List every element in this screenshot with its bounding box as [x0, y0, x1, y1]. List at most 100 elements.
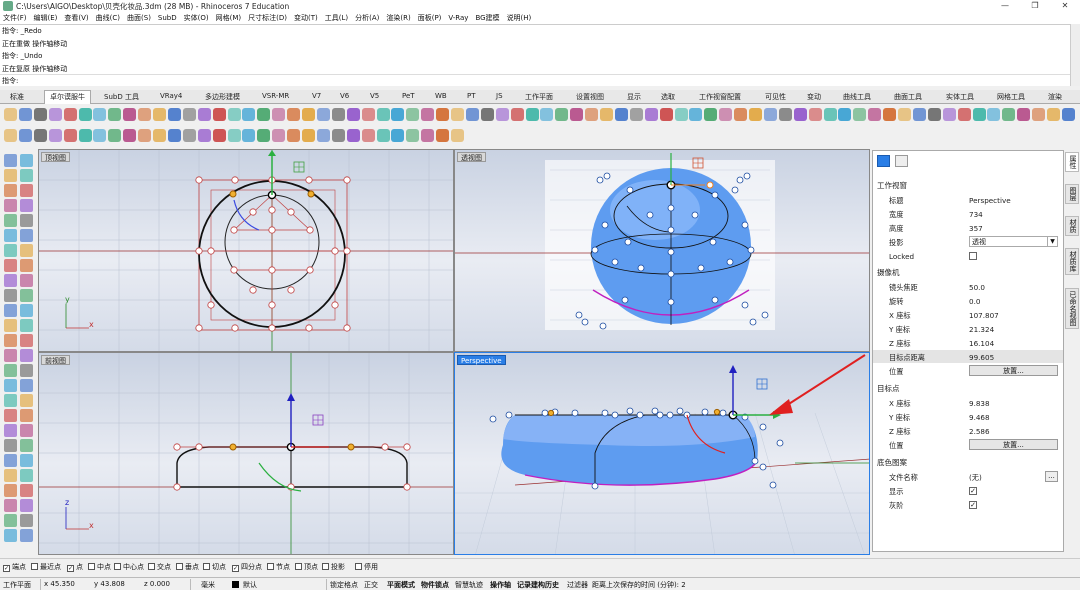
command-input[interactable]: 指令: [0, 74, 1070, 86]
tool-icon[interactable] [287, 129, 301, 142]
tool-icon[interactable] [108, 129, 122, 142]
tool-icon[interactable] [4, 484, 17, 497]
tool-icon[interactable] [20, 319, 33, 332]
tool-icon[interactable] [704, 108, 718, 121]
tool-icon[interactable] [4, 514, 17, 527]
tool-icon[interactable] [138, 108, 152, 121]
tool-icon[interactable] [540, 108, 554, 121]
tab-16[interactable]: 选取 [661, 92, 675, 102]
tool-icon[interactable] [480, 108, 494, 121]
tool-icon[interactable] [20, 259, 33, 272]
tool-icon[interactable] [20, 484, 33, 497]
tool-icon[interactable] [614, 108, 628, 121]
menu-vray[interactable]: V-Ray [448, 14, 468, 22]
tool-icon[interactable] [242, 129, 256, 142]
osnap-checkbox[interactable]: ✓ [67, 565, 74, 572]
target-z-value[interactable]: 2.586 [969, 427, 990, 436]
tool-icon[interactable] [4, 364, 17, 377]
viewport-title-perspective-top[interactable]: 透视图 [457, 152, 486, 162]
tool-icon[interactable] [20, 169, 33, 182]
menu-panels[interactable]: 面板(P) [418, 13, 442, 23]
wallpaper-gray-checkbox[interactable]: ✓ [969, 501, 977, 509]
target-place-button[interactable]: 放置... [969, 439, 1058, 450]
camera-place-button[interactable]: 放置... [969, 365, 1058, 376]
tool-icon[interactable] [242, 108, 256, 121]
tool-icon[interactable] [4, 214, 17, 227]
tool-icon[interactable] [182, 108, 196, 121]
tab-21[interactable]: 曲面工具 [894, 92, 922, 102]
osnap-7[interactable]: 切点 [203, 562, 226, 572]
menu-dimension[interactable]: 尺寸标注(D) [248, 13, 287, 23]
tool-icon[interactable] [20, 154, 33, 167]
tool-icon[interactable] [4, 469, 17, 482]
tab-18[interactable]: 可见性 [765, 92, 786, 102]
smarttrack-toggle[interactable]: 智慧轨迹 [455, 580, 483, 590]
viewport-title-front[interactable]: 前视图 [41, 355, 70, 365]
tool-icon[interactable] [20, 454, 33, 467]
tool-icon[interactable] [48, 129, 62, 142]
tool-icon[interactable] [1002, 108, 1016, 121]
tool-icon[interactable] [63, 129, 77, 142]
tool-icon[interactable] [138, 129, 152, 142]
tool-icon[interactable] [48, 108, 62, 121]
tab-1[interactable]: 卓尔谟服牛 [44, 90, 91, 104]
locked-checkbox[interactable] [969, 252, 977, 260]
tool-icon[interactable] [346, 129, 360, 142]
tool-icon[interactable] [942, 108, 956, 121]
osnap-0[interactable]: ✓ 端点 [3, 562, 26, 572]
tool-icon[interactable] [972, 108, 986, 121]
tool-icon[interactable] [465, 108, 479, 121]
tool-icon[interactable] [331, 108, 345, 121]
menu-surface[interactable]: 曲面(S) [127, 13, 151, 23]
tool-icon[interactable] [719, 108, 733, 121]
menu-edit[interactable]: 编辑(E) [34, 13, 58, 23]
tab-2[interactable]: SubD 工具 [104, 92, 139, 102]
tool-icon[interactable] [20, 244, 33, 257]
tool-icon[interactable] [20, 274, 33, 287]
tool-icon[interactable] [18, 108, 32, 121]
tool-icon[interactable] [20, 439, 33, 452]
tool-icon[interactable] [4, 529, 17, 542]
tool-icon[interactable] [629, 108, 643, 121]
ortho-toggle[interactable]: 正交 [364, 580, 378, 590]
lens-length-value[interactable]: 50.0 [969, 283, 985, 292]
tool-icon[interactable] [406, 129, 420, 142]
tool-icon[interactable] [316, 108, 330, 121]
tool-icon[interactable] [93, 108, 107, 121]
osnap-4[interactable]: 中心点 [114, 562, 144, 572]
tab-14[interactable]: 设置视图 [576, 92, 604, 102]
tool-icon[interactable] [4, 454, 17, 467]
tool-icon[interactable] [197, 108, 211, 121]
history-scrollbar[interactable] [1070, 24, 1080, 86]
cplane-label[interactable]: 工作平面 [3, 580, 31, 590]
viewport-front[interactable]: 前视图 z x [38, 352, 454, 555]
tab-3[interactable]: VRay4 [160, 92, 182, 100]
osnap-checkbox[interactable] [114, 563, 121, 570]
menu-file[interactable]: 文件(F) [3, 13, 27, 23]
tool-icon[interactable] [4, 108, 17, 121]
tool-icon[interactable] [1061, 108, 1075, 121]
tool-icon[interactable] [4, 169, 17, 182]
osnap-9[interactable]: 节点 [267, 562, 290, 572]
prop-title-value[interactable]: Perspective [969, 196, 1011, 205]
tool-icon[interactable] [912, 108, 926, 121]
planar-toggle[interactable]: 平面模式 [387, 580, 415, 590]
menu-view[interactable]: 查看(V) [64, 13, 88, 23]
tool-icon[interactable] [212, 108, 226, 121]
osnap-12[interactable]: 停用 [355, 562, 378, 572]
tool-icon[interactable] [451, 129, 464, 142]
tool-icon[interactable] [33, 108, 47, 121]
menu-subd[interactable]: SubD [158, 14, 177, 22]
tool-icon[interactable] [689, 108, 703, 121]
tool-icon[interactable] [20, 469, 33, 482]
tool-icon[interactable] [957, 108, 971, 121]
tool-icon[interactable] [20, 424, 33, 437]
tool-icon[interactable] [4, 129, 17, 142]
menu-analyze[interactable]: 分析(A) [355, 13, 379, 23]
tool-icon[interactable] [33, 129, 47, 142]
tool-icon[interactable] [644, 108, 658, 121]
menu-mesh[interactable]: 网格(M) [216, 13, 242, 23]
minimize-button[interactable]: — [990, 0, 1020, 12]
target-distance-value[interactable]: 99.605 [969, 353, 994, 362]
tool-icon[interactable] [1047, 108, 1060, 121]
